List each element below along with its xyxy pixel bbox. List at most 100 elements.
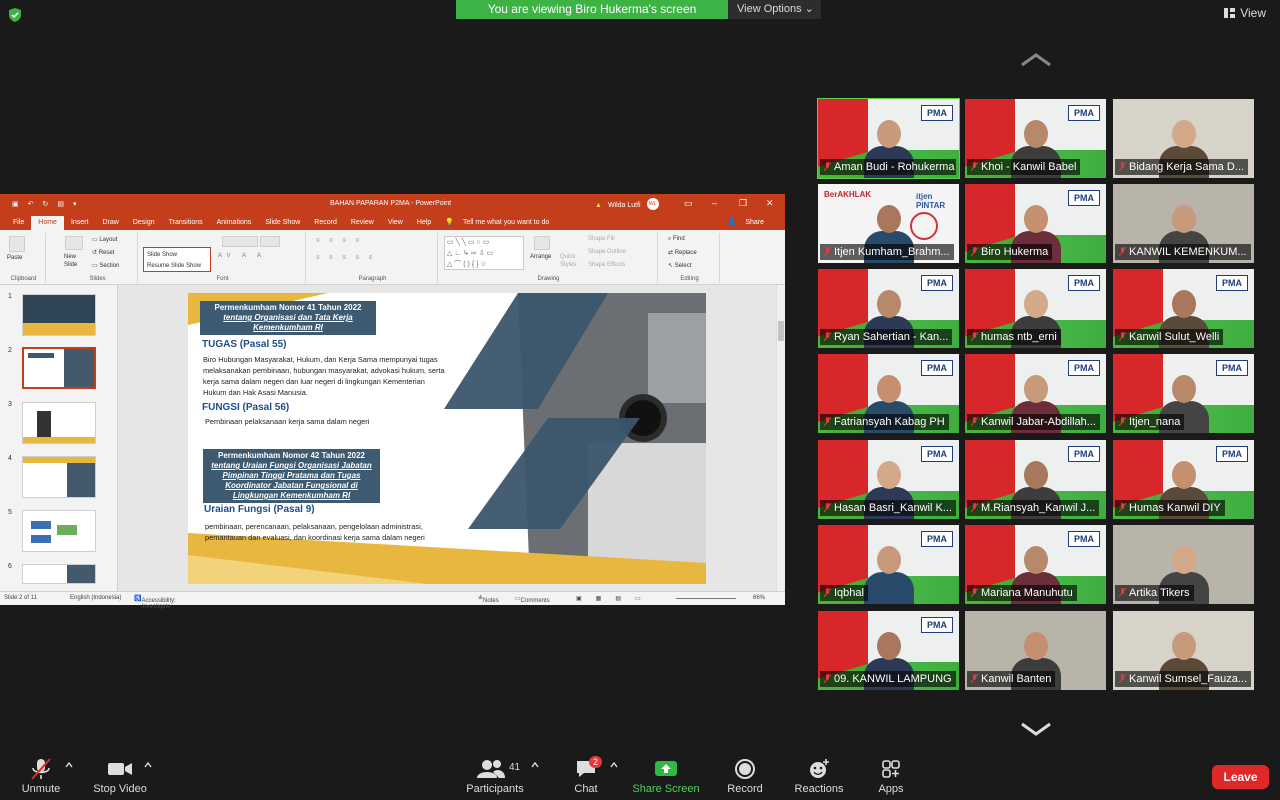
undo-icon[interactable]: ↶ <box>28 200 34 208</box>
arrange-button[interactable]: Arrange <box>530 254 551 260</box>
participant-tile[interactable]: PMA Kanwil Jabar-Abdillah... <box>965 354 1106 433</box>
participant-tile[interactable]: Artika Tikers <box>1113 525 1254 604</box>
shape-effects-button[interactable]: Shape Effects <box>588 262 625 268</box>
reactions-button[interactable]: Reactions <box>792 758 846 795</box>
notes-button[interactable]: ≜ Notes <box>478 595 499 604</box>
tell-me-search[interactable]: 💡 Tell me what you want to do <box>438 218 563 230</box>
find-button[interactable]: ⌕ Find <box>668 236 685 243</box>
shapes-gallery[interactable]: ▭ ╲ ╲ ▭ ○ ▭ △ ∟ ↳ ⇨ ⇩ ▭ △ ⌒ ( ) { } ☆ <box>444 236 524 270</box>
view-layout-button[interactable]: View <box>1224 6 1266 20</box>
participant-tile[interactable]: PMA Humas Kanwil DIY <box>1113 440 1254 519</box>
view-mode-icons[interactable]: ▣▦▤▭ <box>576 595 655 602</box>
tab-file[interactable]: File <box>6 219 31 230</box>
participant-tile[interactable]: PMA Khoi - Kanwil Babel <box>965 99 1106 178</box>
new-slide-icon[interactable] <box>65 236 83 250</box>
shape-outline-button[interactable]: Shape Outline <box>588 249 626 255</box>
participants-caret-icon[interactable] <box>531 762 539 768</box>
encryption-shield-icon[interactable] <box>8 8 22 22</box>
participants-button[interactable]: 41 Participants <box>465 758 525 795</box>
tab-slide-show[interactable]: Slide Show <box>258 219 307 230</box>
participant-tile[interactable]: PMA M.Riansyah_Kanwil J... <box>965 440 1106 519</box>
participant-tile[interactable]: PMA Aman Budi - Rohukerma <box>817 98 960 179</box>
tab-design[interactable]: Design <box>126 219 162 230</box>
participant-tile[interactable]: KANWIL KEMENKUM... <box>1113 184 1254 263</box>
slide-thumbnail-5[interactable] <box>22 510 96 552</box>
record-button[interactable]: Record <box>723 758 767 795</box>
slideshow-dropdown-menu[interactable]: Slide Show Resume Slide Show <box>143 247 211 272</box>
font-name-box[interactable] <box>222 236 258 247</box>
share-screen-button[interactable]: Share Screen <box>630 758 702 795</box>
accessibility-status[interactable]: ♿ Accessibility: Investigate <box>134 595 176 610</box>
participant-tile[interactable]: PMA Fatriansyah Kabag PH <box>818 354 959 433</box>
participant-tile[interactable]: PMA Kanwil Sulut_Welli <box>1113 269 1254 348</box>
participant-tile[interactable]: PMA Ryan Sahertian - Kan... <box>818 269 959 348</box>
replace-button[interactable]: ⇄ Replace <box>668 249 697 256</box>
slide-thumbnail-2[interactable] <box>22 347 96 389</box>
scrollbar-thumb[interactable] <box>778 321 784 341</box>
redo-icon[interactable]: ↻ <box>43 200 49 208</box>
shape-fill-button[interactable]: Shape Fill <box>588 236 615 242</box>
minimize-icon[interactable]: – <box>712 198 717 208</box>
slide-thumbnail-4[interactable] <box>22 456 96 498</box>
stop-video-button[interactable]: Stop Video <box>92 758 148 795</box>
tab-home[interactable]: Home <box>31 216 64 230</box>
paste-icon[interactable] <box>9 236 25 252</box>
menu-item-resume-slide-show[interactable]: Resume Slide Show <box>147 261 207 272</box>
chat-caret-icon[interactable] <box>610 762 618 768</box>
shared-powerpoint-window[interactable]: ▣ ↶ ↻ ▤ ▾ BAHAN PAPARAN P2MA - PowerPoin… <box>0 194 785 610</box>
participant-tile[interactable]: Kanwil Banten <box>965 611 1106 690</box>
audio-options-caret-icon[interactable] <box>65 762 73 768</box>
select-button[interactable]: ↖ Select <box>668 262 691 269</box>
view-options-button[interactable]: View Options ⌄ <box>728 0 821 19</box>
ribbon-display-icon[interactable]: ▭ <box>684 198 693 209</box>
participant-tile[interactable]: PMA Itjen_nana <box>1113 354 1254 433</box>
close-icon[interactable]: ✕ <box>766 198 774 209</box>
tab-review[interactable]: Review <box>344 219 381 230</box>
zoom-level[interactable]: 66% <box>753 595 765 601</box>
tab-view[interactable]: View <box>381 219 410 230</box>
participant-tile[interactable]: PMA humas ntb_erni <box>965 269 1106 348</box>
reset-button[interactable]: ↺ Reset <box>92 249 114 256</box>
participant-tile[interactable]: Kanwil Sumsel_Fauza... <box>1113 611 1254 690</box>
new-slide-button[interactable]: New Slide <box>64 253 86 269</box>
arrange-icon[interactable] <box>534 236 550 250</box>
chat-button[interactable]: 2 Chat <box>571 756 603 795</box>
slide-thumbnails-pane[interactable]: 1 2 3 4 5 6 <box>0 285 118 591</box>
align-icons[interactable]: ≡ ≡ ≡ ≡ ≡ <box>316 255 376 261</box>
slide-thumbnail-1[interactable] <box>22 294 96 336</box>
restore-icon[interactable]: ❐ <box>739 198 747 209</box>
tab-record[interactable]: Record <box>307 219 344 230</box>
participant-tile[interactable]: PMA 09. KANWIL LAMPUNG <box>818 611 959 690</box>
tab-insert[interactable]: Insert <box>64 219 96 230</box>
tab-help[interactable]: Help <box>410 219 438 230</box>
participant-tile[interactable]: PMA Iqbhal <box>818 525 959 604</box>
tab-transitions[interactable]: Transitions <box>162 219 210 230</box>
menu-item-slide-show[interactable]: Slide Show <box>147 250 207 261</box>
video-options-caret-icon[interactable] <box>144 762 152 768</box>
layout-button[interactable]: ▭ Layout <box>92 236 117 243</box>
language-status[interactable]: English (Indonesia) <box>70 595 121 601</box>
section-button[interactable]: ▭ Section <box>92 262 119 269</box>
quick-styles-button[interactable]: Quick Styles <box>560 253 580 269</box>
gallery-up-arrow-icon[interactable] <box>1020 53 1052 67</box>
zoom-slider[interactable] <box>676 598 736 599</box>
comments-button[interactable]: ▭ Comments <box>515 595 550 604</box>
participant-tile[interactable]: PMA Mariana Manuhutu <box>965 525 1106 604</box>
participant-tile[interactable]: Bidang Kerja Sama D... <box>1113 99 1254 178</box>
tab-animations[interactable]: Animations <box>210 219 259 230</box>
tab-draw[interactable]: Draw <box>95 219 125 230</box>
participant-tile[interactable]: PMA Biro Hukerma <box>965 184 1106 263</box>
slide-thumbnail-6[interactable] <box>22 564 96 584</box>
font-size-box[interactable] <box>260 236 280 247</box>
vertical-scrollbar[interactable] <box>776 285 785 591</box>
list-icons[interactable]: ≡ ≡ ≡ ≡ <box>316 238 363 244</box>
gallery-down-arrow-icon[interactable] <box>1020 722 1052 736</box>
font-format-icons[interactable]: AV A A <box>218 253 266 259</box>
current-slide[interactable]: Permenkumham Nomor 41 Tahun 2022 tentang… <box>188 293 706 584</box>
paste-button[interactable]: Paste <box>7 255 22 261</box>
apps-button[interactable]: Apps <box>874 758 908 795</box>
unmute-button[interactable]: Unmute <box>20 758 62 795</box>
participant-tile[interactable]: BerAKHLAK itjen PINTAR Itjen Kumham_Brahm.… <box>818 184 959 263</box>
share-button[interactable]: 👤 Share <box>728 218 771 226</box>
slide-thumbnail-3[interactable] <box>22 402 96 444</box>
